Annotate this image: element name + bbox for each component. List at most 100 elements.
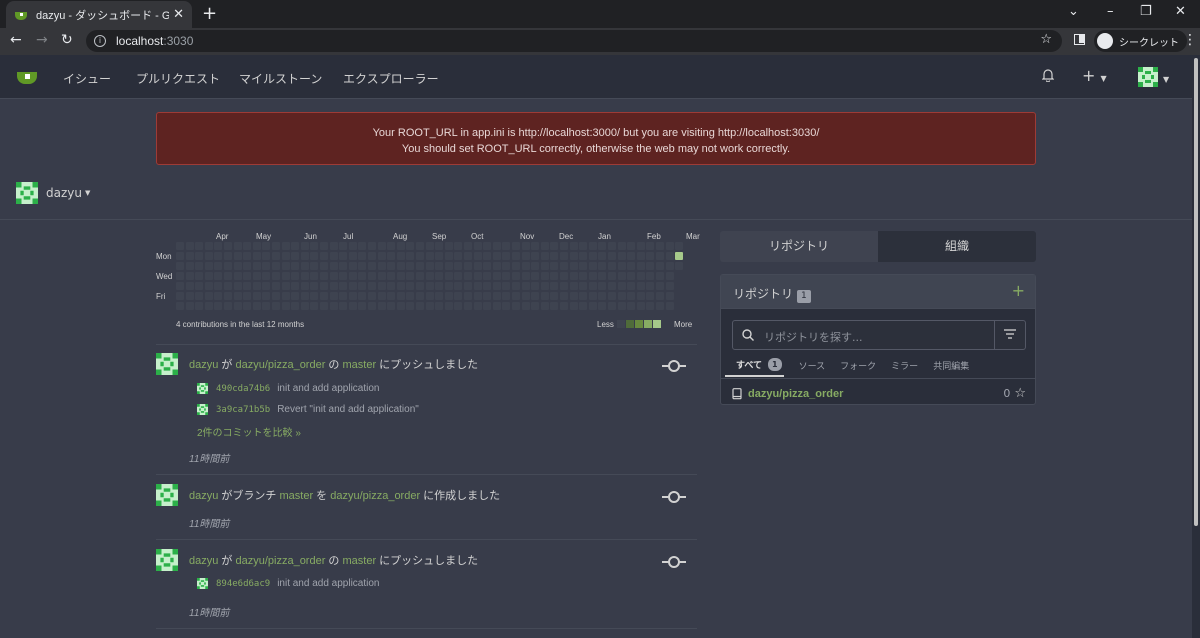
commit-sha-link[interactable]: 3a9ca71b5b — [216, 405, 270, 415]
compare-commits-link[interactable]: 2件のコミットを比較 » — [197, 424, 301, 439]
notification-bell-icon[interactable] — [1042, 69, 1054, 82]
heatmap-cell — [243, 302, 252, 310]
heatmap-cell — [358, 282, 367, 290]
feed-branch-link[interactable]: master — [343, 359, 377, 371]
heatmap-cell — [281, 242, 290, 250]
heatmap-cell — [540, 272, 549, 280]
tab-repositories[interactable]: リポジトリ — [720, 231, 878, 262]
feed-repo-link[interactable]: dazyu/pizza_order — [235, 359, 325, 371]
address-bar[interactable]: i localhost:3030 ☆ — [86, 30, 1062, 52]
heatmap-cell — [300, 262, 309, 270]
heatmap-cell — [540, 262, 549, 270]
nav-issues[interactable]: イシュー — [63, 70, 111, 87]
heatmap-cell — [608, 262, 616, 270]
heatmap-cell — [243, 242, 252, 250]
heatmap-cell — [598, 242, 607, 250]
heatmap-cell — [358, 302, 367, 310]
heatmap-cell — [416, 292, 424, 300]
heatmap-cell — [262, 242, 271, 250]
heatmap-cell — [569, 262, 578, 270]
heatmap-cell — [348, 282, 357, 290]
create-new-menu[interactable]: + ▼ — [1082, 66, 1107, 85]
tab-collaborative[interactable]: 共同編集 — [933, 358, 969, 377]
feed-avatar[interactable] — [156, 353, 178, 375]
heatmap-cell — [300, 272, 309, 280]
browser-tabbar: dazyu - ダッシュボード - Gitea: Git with a cup … — [0, 0, 1200, 28]
heatmap-cell — [454, 252, 463, 260]
git-commit-icon — [662, 556, 686, 568]
side-panel-icon[interactable] — [1074, 34, 1085, 45]
tab-all[interactable]: すべて 1 — [725, 358, 784, 377]
filter-icon — [1004, 329, 1016, 339]
search-icon — [742, 329, 754, 341]
dashboard-context-switcher[interactable]: dazyu ▼ — [16, 182, 90, 204]
heatmap-cell — [272, 272, 280, 280]
feed-user-link[interactable]: dazyu — [189, 555, 218, 567]
heatmap-cell — [521, 292, 530, 300]
feed-avatar[interactable] — [156, 549, 178, 571]
heatmap-cell — [483, 262, 492, 270]
nav-explore[interactable]: エクスプローラー — [343, 70, 439, 87]
heatmap-cell — [521, 242, 530, 250]
heatmap-cell — [224, 302, 232, 310]
nav-pull-requests[interactable]: プルリクエスト — [136, 70, 220, 87]
repository-list-panel: リポジトリ 1 + リポジトリを探す... すべて 1 ソース フォーク ミラー 共… — [720, 274, 1036, 405]
repo-name-link[interactable]: dazyu/pizza_order — [748, 388, 1003, 400]
feed-branch-link[interactable]: master — [279, 490, 313, 502]
heatmap-cell — [435, 242, 444, 250]
close-window-icon[interactable]: ✕ — [1175, 4, 1186, 19]
filter-button[interactable] — [994, 321, 1025, 349]
heatmap-cell — [550, 282, 559, 290]
heatmap-cell — [656, 272, 664, 280]
reload-icon[interactable]: ↻ — [61, 32, 73, 48]
heatmap-cell — [300, 282, 309, 290]
heatmap-cell — [608, 272, 616, 280]
heatmap-cell — [656, 252, 664, 260]
restore-icon[interactable]: ❐ — [1140, 4, 1152, 19]
browser-menu-icon[interactable]: ⋮ — [1183, 32, 1197, 48]
heatmap-cell — [262, 302, 271, 310]
commit-sha-link[interactable]: 490cda74b6 — [216, 384, 270, 394]
heatmap-cell — [598, 302, 607, 310]
browser-tab[interactable]: dazyu - ダッシュボード - Gitea: Git with a cup … — [6, 1, 192, 28]
incognito-profile[interactable]: シークレット — [1094, 30, 1187, 52]
heatmap-cell — [243, 272, 252, 280]
feed-text: が — [218, 359, 236, 371]
feed-repo-link[interactable]: dazyu/pizza_order — [330, 490, 420, 502]
back-icon[interactable]: ← — [10, 32, 22, 48]
site-info-icon[interactable]: i — [94, 35, 106, 47]
minimize-icon[interactable]: – — [1107, 4, 1114, 19]
tab-sources[interactable]: ソース — [799, 358, 826, 377]
nav-milestones[interactable]: マイルストーン — [239, 70, 322, 87]
new-tab-icon[interactable]: + — [202, 3, 217, 24]
feed-branch-link[interactable]: master — [343, 555, 377, 567]
tab-forks[interactable]: フォーク — [840, 358, 876, 377]
heatmap-cell — [454, 262, 463, 270]
commit-sha-link[interactable]: 894e6d6ac9 — [216, 579, 270, 589]
tab-organizations[interactable]: 組織 — [878, 231, 1036, 262]
heatmap-cell — [358, 292, 367, 300]
heatmap-cell — [454, 272, 463, 280]
repo-list-item[interactable]: dazyu/pizza_order 0 ☆ — [732, 386, 1026, 401]
tab-mirrors[interactable]: ミラー — [891, 358, 918, 377]
heatmap-cell — [608, 252, 616, 260]
heatmap-cell — [444, 262, 453, 270]
heatmap-cell — [464, 272, 472, 280]
feed-user-link[interactable]: dazyu — [189, 359, 218, 371]
tab-close-icon[interactable]: ✕ — [173, 7, 184, 22]
heatmap-cell — [272, 302, 280, 310]
gitea-logo-icon[interactable] — [16, 69, 38, 85]
forward-icon[interactable]: → — [36, 32, 48, 48]
heatmap-cell — [272, 292, 280, 300]
heatmap-cell — [252, 292, 261, 300]
feed-user-link[interactable]: dazyu — [189, 490, 218, 502]
feed-avatar[interactable] — [156, 484, 178, 506]
scrollbar-thumb[interactable] — [1194, 58, 1198, 526]
heatmap-cell — [425, 302, 434, 310]
feed-repo-link[interactable]: dazyu/pizza_order — [235, 555, 325, 567]
new-repo-plus-icon[interactable]: + — [1012, 281, 1025, 300]
tab-search-icon[interactable]: ⌄ — [1068, 4, 1079, 19]
repo-search-input[interactable]: リポジトリを探す... — [732, 320, 1026, 350]
bookmark-star-icon[interactable]: ☆ — [1040, 32, 1052, 47]
heatmap-cell — [608, 242, 616, 250]
